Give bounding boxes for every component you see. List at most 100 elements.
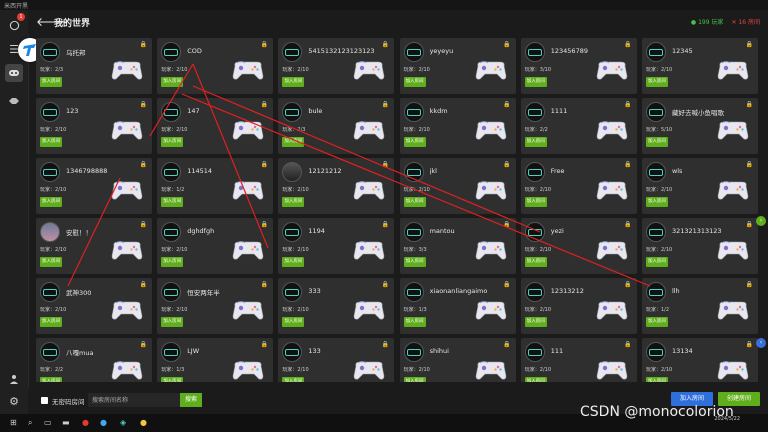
join-room-card-button[interactable]: 加入房间	[161, 197, 184, 207]
join-room-card-button[interactable]: 加入房间	[282, 197, 305, 207]
join-room-card-button[interactable]: 加入房间	[403, 317, 426, 327]
players-prefix: 玩家：	[282, 127, 298, 133]
room-card[interactable]: 333 🔒 玩家：2/10 加入房间	[278, 278, 395, 334]
room-card[interactable]: yeyeyu 🔒 玩家：2/10 加入房间	[399, 38, 516, 94]
room-card[interactable]: COD 🔒 玩家：2/10 加入房间	[157, 38, 274, 94]
room-card[interactable]: dghdfgh 🔒 玩家：2/10 加入房间	[157, 218, 274, 274]
join-room-card-button[interactable]: 加入房间	[403, 77, 426, 87]
join-room-card-button[interactable]: 加入房间	[161, 77, 184, 87]
room-card[interactable]: mantou 🔒 玩家：3/3 加入房间	[399, 218, 516, 274]
room-avatar	[403, 342, 424, 362]
room-card[interactable]: 147 🔒 玩家：2/10 加入房间	[157, 98, 274, 154]
room-card[interactable]: llh 🔒 玩家：1/2 加入房间	[641, 278, 758, 334]
join-room-card-button[interactable]: 加入房间	[161, 377, 184, 382]
join-room-card-button[interactable]: 加入房间	[40, 197, 62, 207]
goggles-icon	[527, 228, 542, 236]
room-card[interactable]: xiaonanliangaimo 🔒 玩家：1/3 加入房间	[399, 278, 516, 334]
join-room-card-button[interactable]: 加入房间	[524, 257, 547, 267]
lock-icon: 🔒	[381, 161, 390, 168]
room-card[interactable]: 12121212 🔒 玩家：2/10 加入房间	[278, 158, 395, 214]
room-card[interactable]: 1111 🔒 玩家：2/2 加入房间	[520, 98, 637, 154]
gamepad-icon[interactable]	[5, 64, 23, 82]
expand-right-icon[interactable]: ›	[756, 216, 766, 226]
room-card[interactable]: 321321313123 🔒 玩家：2/10 加入房间	[641, 218, 758, 274]
game-app-icon[interactable]: ◈	[120, 418, 126, 427]
join-room-card-button[interactable]: 加入房间	[645, 377, 668, 382]
room-card[interactable]: 111 🔒 玩家：2/10 加入房间	[520, 338, 637, 382]
join-room-card-button[interactable]: 加入房间	[40, 77, 62, 87]
taskbar-search-icon[interactable]: ⌕	[28, 418, 32, 428]
join-room-card-button[interactable]: 加入房间	[161, 317, 184, 327]
netease-icon[interactable]: ●	[82, 418, 89, 427]
join-room-card-button[interactable]: 加入房间	[403, 257, 426, 267]
room-card[interactable]: 藏好去喊小鱼唱歌 🔒 玩家：5/10 加入房间	[641, 98, 758, 154]
settings-gear-icon[interactable]: ⚙	[5, 392, 23, 410]
room-card[interactable]: shihui 🔒 玩家：2/10 加入房间	[399, 338, 516, 382]
edge-icon[interactable]: ●	[100, 418, 107, 427]
join-room-card-button[interactable]: 加入房间	[403, 197, 426, 207]
duck-app-icon[interactable]: ●	[140, 418, 147, 427]
game-controller-icon	[717, 361, 749, 380]
room-card[interactable]: 114514 🔒 玩家：1/2 加入房间	[157, 158, 274, 214]
room-card[interactable]: bule 🔒 玩家：2/3 加入房间	[278, 98, 395, 154]
room-card[interactable]: 13134 🔒 玩家：2/10 加入房间	[641, 338, 758, 382]
join-room-card-button[interactable]: 加入房间	[40, 377, 62, 382]
join-room-card-button[interactable]: 加入房间	[40, 257, 62, 267]
collapse-left-icon[interactable]: ‹	[756, 338, 766, 348]
room-card[interactable]: 1346798888 🔒 玩家：2/10 加入房间	[36, 158, 152, 214]
room-card[interactable]: kkdm 🔒 玩家：2/10 加入房间	[399, 98, 516, 154]
windows-start-icon[interactable]: ⊞	[10, 418, 17, 427]
join-room-card-button[interactable]: 加入房间	[40, 137, 62, 147]
room-card[interactable]: 八嘎mua 🔒 玩家：2/2 加入房间	[36, 338, 152, 382]
room-players: 玩家：1/2	[161, 186, 184, 193]
room-card[interactable]: wls 🔒 玩家：2/10 加入房间	[641, 158, 758, 214]
room-card[interactable]: 123456789 🔒 玩家：3/10 加入房间	[520, 38, 637, 94]
room-card[interactable]: 12313212 🔒 玩家：2/10 加入房间	[520, 278, 637, 334]
room-card[interactable]: 1194 🔒 玩家：2/10 加入房间	[278, 218, 395, 274]
room-card[interactable]: jkl 🔒 玩家：2/10 加入房间	[399, 158, 516, 214]
join-room-card-button[interactable]: 加入房间	[403, 377, 426, 382]
join-room-card-button[interactable]: 加入房间	[524, 317, 547, 327]
join-room-card-button[interactable]: 加入房间	[161, 257, 184, 267]
handshake-icon[interactable]	[5, 92, 23, 110]
join-room-card-button[interactable]: 加入房间	[524, 197, 547, 207]
goggles-icon	[285, 108, 300, 116]
join-room-card-button[interactable]: 加入房间	[524, 137, 547, 147]
join-room-card-button[interactable]: 加入房间	[645, 197, 668, 207]
lock-icon: 🔒	[624, 161, 632, 168]
join-room-card-button[interactable]: 加入房间	[524, 377, 547, 382]
room-card[interactable]: 恒安两年半 🔒 玩家：2/10 加入房间	[157, 278, 274, 334]
join-room-card-button[interactable]: 加入房间	[282, 257, 305, 267]
join-room-card-button[interactable]: 加入房间	[645, 77, 668, 87]
file-explorer-icon[interactable]: ▬	[62, 418, 70, 427]
chat-icon[interactable]: 1	[5, 13, 25, 34]
room-search-input[interactable]	[88, 393, 188, 407]
nopassword-checkbox[interactable]	[41, 397, 48, 404]
room-card[interactable]: 安慰！！ 🔒 玩家：2/10 加入房间	[36, 218, 152, 274]
join-room-card-button[interactable]: 加入房间	[645, 137, 668, 147]
players-prefix: 玩家：	[403, 247, 419, 253]
join-room-card-button[interactable]: 加入房间	[524, 77, 547, 87]
search-button[interactable]: 搜索	[180, 393, 202, 407]
room-card[interactable]: Free 🔒 玩家：2/10 加入房间	[520, 158, 637, 214]
room-card[interactable]: yezi 🔒 玩家：2/10 加入房间	[520, 218, 637, 274]
room-card[interactable]: 乌托邦 🔒 玩家：2/3 加入房间	[36, 38, 152, 94]
join-room-card-button[interactable]: 加入房间	[645, 257, 668, 267]
room-card[interactable]: 5415132123123123 🔒 玩家：2/10 加入房间	[278, 38, 395, 94]
user-icon[interactable]	[5, 370, 23, 388]
players-count: 2/10	[660, 187, 673, 193]
room-card[interactable]: 武神300 🔒 玩家：2/10 加入房间	[36, 278, 152, 334]
room-card[interactable]: LJW 🔒 玩家：1/3 加入房间	[157, 338, 274, 382]
join-room-card-button[interactable]: 加入房间	[282, 317, 305, 327]
join-room-card-button[interactable]: 加入房间	[40, 317, 62, 327]
taskview-icon[interactable]: ▭	[44, 418, 52, 427]
room-card[interactable]: 133 🔒 玩家：2/10 加入房间	[278, 338, 395, 382]
join-room-card-button[interactable]: 加入房间	[161, 137, 184, 147]
room-card[interactable]: 123 🔒 玩家：2/10 加入房间	[36, 98, 152, 154]
join-room-card-button[interactable]: 加入房间	[403, 137, 426, 147]
join-room-card-button[interactable]: 加入房间	[645, 317, 668, 327]
join-room-card-button[interactable]: 加入房间	[282, 77, 305, 87]
join-room-card-button[interactable]: 加入房间	[282, 137, 305, 147]
room-card[interactable]: 12345 🔒 玩家：2/10 加入房间	[641, 38, 758, 94]
join-room-card-button[interactable]: 加入房间	[282, 377, 305, 382]
